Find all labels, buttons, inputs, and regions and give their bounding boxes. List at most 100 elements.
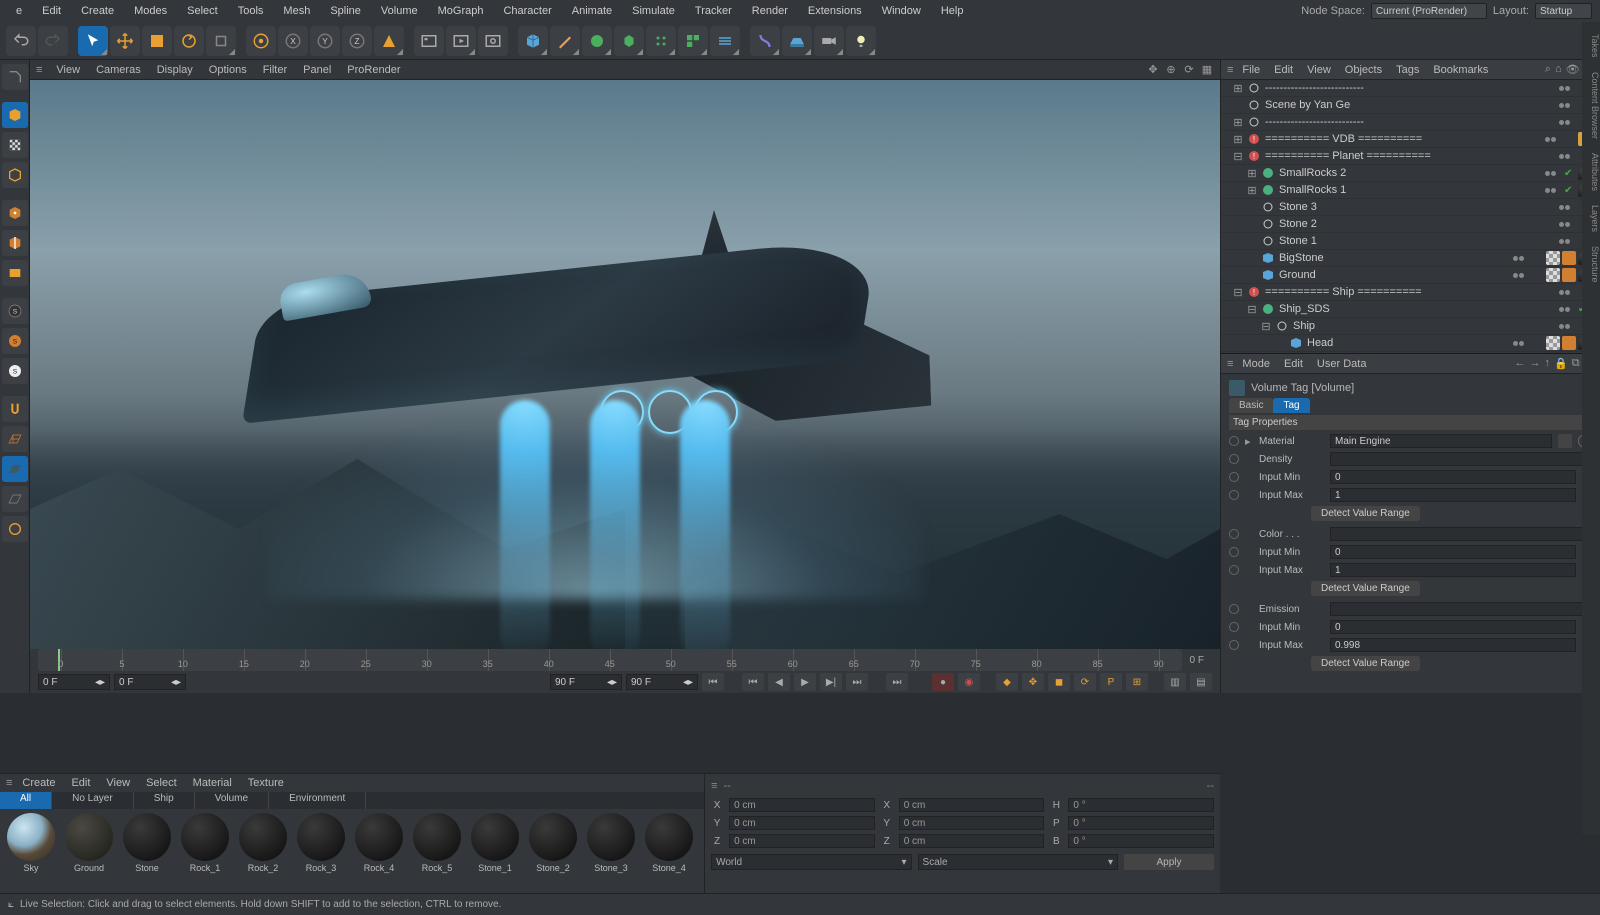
render-view-button[interactable]: [414, 26, 444, 56]
redo-button[interactable]: [38, 26, 68, 56]
visibility-dots[interactable]: [1554, 120, 1574, 125]
menu-render[interactable]: Render: [744, 2, 796, 20]
matmenu-select[interactable]: Select: [138, 775, 185, 791]
recent-tool[interactable]: [206, 26, 236, 56]
camera-button[interactable]: [814, 26, 844, 56]
next-key-button[interactable]: ⏭: [846, 673, 868, 691]
volume-builder-button[interactable]: [678, 26, 708, 56]
expand-toggle[interactable]: ⊞: [1233, 133, 1243, 146]
material-picker-icon[interactable]: [1558, 434, 1572, 448]
pos-key-button[interactable]: ✥: [1022, 673, 1044, 691]
objmenu-tags[interactable]: Tags: [1389, 62, 1426, 78]
model-mode-button[interactable]: [2, 102, 28, 128]
object-row[interactable]: Ground: [1221, 267, 1600, 284]
coord-field[interactable]: 0 °: [1068, 798, 1214, 812]
param-key-button[interactable]: P: [1100, 673, 1122, 691]
workplane-button[interactable]: [2, 426, 28, 452]
viewmenu-panel[interactable]: Panel: [295, 62, 339, 78]
keyframe-sel-button[interactable]: ◆: [996, 673, 1018, 691]
attrmenu-edit[interactable]: Edit: [1277, 356, 1310, 372]
viewport-solo-button[interactable]: S: [2, 328, 28, 354]
expand-toggle[interactable]: ⊞: [1247, 184, 1257, 197]
menu-mograph[interactable]: MoGraph: [430, 2, 492, 20]
sidetab-structure[interactable]: Structure: [1582, 242, 1600, 287]
workplane-mode-button[interactable]: [2, 162, 28, 188]
visibility-dots[interactable]: [1540, 188, 1560, 193]
goto-start-button[interactable]: ⏮: [702, 673, 724, 691]
goto-end-button[interactable]: ⏭: [886, 673, 908, 691]
material-field[interactable]: Main Engine: [1330, 434, 1552, 448]
vp-toggle-icon[interactable]: ▦: [1200, 63, 1214, 77]
coord-field[interactable]: 0 °: [1068, 816, 1214, 830]
detect-range-button-3[interactable]: Detect Value Range: [1311, 656, 1420, 671]
z-axis-button[interactable]: Z: [342, 26, 372, 56]
tag-or[interactable]: [1562, 268, 1576, 282]
viewport[interactable]: [30, 80, 1220, 649]
coord-mode-dropdown[interactable]: Scale▾: [918, 854, 1118, 870]
pla-key-button[interactable]: ⊞: [1126, 673, 1148, 691]
object-row[interactable]: BigStone: [1221, 250, 1600, 267]
lock-xyz-button[interactable]: [246, 26, 276, 56]
menu-tracker[interactable]: Tracker: [687, 2, 740, 20]
menu-modes[interactable]: Modes: [126, 2, 175, 20]
visibility-dots[interactable]: [1554, 86, 1574, 91]
menu-edit[interactable]: Edit: [34, 2, 69, 20]
visibility-dots[interactable]: [1554, 205, 1574, 210]
bend-deformer-button[interactable]: [750, 26, 780, 56]
object-row[interactable]: ⊞ ---------------------------: [1221, 80, 1600, 97]
visibility-dots[interactable]: [1508, 256, 1528, 261]
menu-mesh[interactable]: Mesh: [275, 2, 318, 20]
menu-help[interactable]: Help: [933, 2, 972, 20]
expand-toggle[interactable]: ⊟: [1261, 320, 1271, 333]
coord-field[interactable]: 0 cm: [899, 834, 1045, 848]
material-item[interactable]: Rock_5: [410, 813, 464, 889]
next-frame-button[interactable]: ▶|: [820, 673, 842, 691]
expand-toggle[interactable]: ⊟: [1247, 303, 1257, 316]
object-row[interactable]: Head: [1221, 335, 1600, 352]
attrmenu-user-data[interactable]: User Data: [1310, 356, 1374, 372]
matmenu-material[interactable]: Material: [185, 775, 240, 791]
subdivision-button[interactable]: [582, 26, 612, 56]
tag-check[interactable]: [1546, 336, 1560, 350]
matmenu-edit[interactable]: Edit: [63, 775, 98, 791]
om-search-icon[interactable]: ⌕: [1545, 63, 1551, 76]
expand-toggle[interactable]: ⊟: [1233, 150, 1243, 163]
record-button[interactable]: ●: [932, 673, 954, 691]
frame-range-field[interactable]: 90 F◂▸: [550, 674, 622, 690]
am-up-icon[interactable]: ↑: [1545, 357, 1551, 370]
visibility-dots[interactable]: [1554, 239, 1574, 244]
mattab-volume[interactable]: Volume: [195, 792, 269, 809]
object-row[interactable]: ⊞ SmallRocks 1 ✔: [1221, 182, 1600, 199]
menu-e[interactable]: e: [8, 2, 30, 20]
spline-pen-button[interactable]: [550, 26, 580, 56]
object-row[interactable]: Stone 1: [1221, 233, 1600, 250]
sidetab-content-browser[interactable]: Content Browser: [1582, 68, 1600, 143]
material-item[interactable]: Rock_4: [352, 813, 406, 889]
coord-system-button[interactable]: [374, 26, 404, 56]
matmenu-create[interactable]: Create: [14, 775, 63, 791]
visibility-dots[interactable]: [1508, 273, 1528, 278]
menu-tools[interactable]: Tools: [230, 2, 272, 20]
attrmenu-mode[interactable]: Mode: [1235, 356, 1277, 372]
visibility-dots[interactable]: [1540, 137, 1560, 142]
emission-dropdown[interactable]: [1330, 602, 1592, 616]
enable-check[interactable]: ✔: [1564, 185, 1574, 196]
objmenu-objects[interactable]: Objects: [1338, 62, 1389, 78]
material-item[interactable]: Ground: [62, 813, 116, 889]
keymode-1-button[interactable]: ▥: [1164, 673, 1186, 691]
play-button[interactable]: ▶: [794, 673, 816, 691]
visibility-dots[interactable]: [1508, 341, 1528, 346]
locked-workplane-button[interactable]: [2, 456, 28, 482]
density-dropdown[interactable]: [1330, 452, 1592, 466]
objmenu-file[interactable]: File: [1235, 62, 1267, 78]
frame-current-field[interactable]: 0 F◂▸: [114, 674, 186, 690]
material-item[interactable]: Stone_1: [468, 813, 522, 889]
material-item[interactable]: Stone: [120, 813, 174, 889]
menu-volume[interactable]: Volume: [373, 2, 426, 20]
polygon-mode-button[interactable]: [2, 260, 28, 286]
mattab-no-layer[interactable]: No Layer: [52, 792, 134, 809]
object-row[interactable]: ⊟ Ship_SDS ✔: [1221, 301, 1600, 318]
material-item[interactable]: Stone_3: [584, 813, 638, 889]
am-lock-icon[interactable]: 🔒: [1554, 357, 1568, 370]
object-row[interactable]: ⊞ ---------------------------: [1221, 114, 1600, 131]
